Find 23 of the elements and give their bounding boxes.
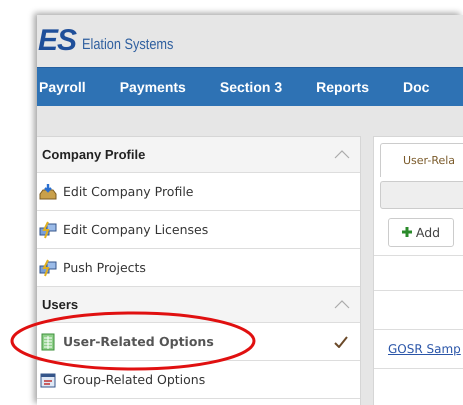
nav-item[interactable]: Section 3: [220, 79, 282, 95]
nav-item[interactable]: Reports: [316, 79, 370, 95]
logo-mark: ES: [38, 24, 76, 58]
section-title: Users: [42, 297, 78, 312]
record-link[interactable]: GOSR Samp: [388, 342, 461, 356]
network-icon: [39, 258, 57, 276]
section-header[interactable]: Company Profile: [37, 137, 360, 173]
chevron-up-icon[interactable]: [334, 150, 350, 159]
section-title: Company Profile: [42, 147, 146, 162]
nav-item[interactable]: Payroll: [39, 79, 86, 95]
tray-icon: [39, 182, 57, 200]
section-header[interactable]: Users: [37, 287, 360, 323]
nav-item[interactable]: Doc: [403, 79, 430, 95]
check-icon: [334, 336, 348, 348]
form-icon: [39, 370, 57, 388]
plus-icon: [402, 227, 412, 237]
nav-item[interactable]: Payments: [120, 79, 186, 95]
company-name: Elation Systems: [82, 36, 174, 52]
network-icon: [39, 220, 57, 238]
spreadsheet-icon: [39, 332, 57, 350]
add-button[interactable]: Add: [388, 218, 454, 246]
chevron-up-icon[interactable]: [334, 300, 350, 309]
tab[interactable]: User-Rela: [380, 143, 463, 177]
